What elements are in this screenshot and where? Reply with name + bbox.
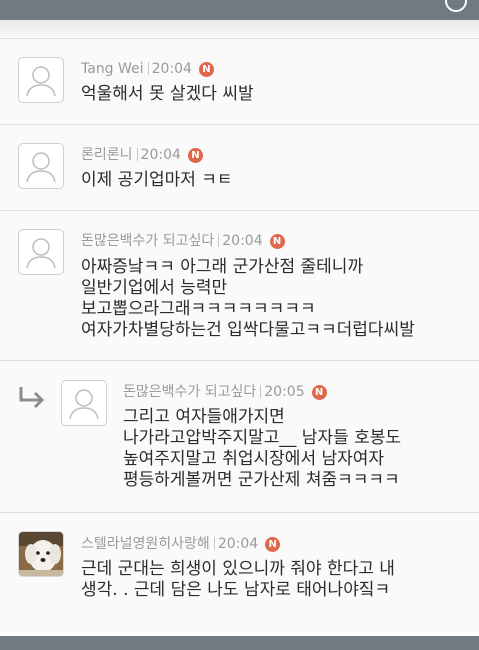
- comment-meta: 스텔라널영원히사랑해 20:04 N: [81, 534, 281, 554]
- new-badge: N: [187, 148, 203, 163]
- top-bar: [0, 0, 479, 20]
- comment-meta: 론리론니 20:04 N: [81, 145, 203, 165]
- default-user-icon: [69, 389, 99, 420]
- default-user-icon: [26, 238, 56, 269]
- comment-item: 스텔라널영원히사랑해 20:04 N 근데 군대는 희생이 있으니까 줘야 한다고 …: [0, 513, 479, 633]
- author-name[interactable]: 돈많은백수가 되고싶다: [123, 384, 256, 400]
- new-badge: N: [198, 62, 214, 77]
- comment-line: 보고뽑으라그래ㅋㅋㅋㅋㅋㅋㅋㅋ: [81, 299, 316, 319]
- comment-line: 억울해서 못 살겠다 씨발: [81, 84, 254, 104]
- avatar[interactable]: [18, 57, 64, 103]
- default-user-icon: [26, 152, 56, 183]
- comment-text: 이제 공기업마저 ㅋㅌ: [81, 170, 233, 191]
- header-shadow: [0, 20, 479, 39]
- author-name[interactable]: Tang Wei: [81, 61, 144, 77]
- comment-item: Tang Wei 20:04 N 억울해서 못 살겠다 씨발: [0, 39, 479, 125]
- comment-item: 론리론니 20:04 N 이제 공기업마저 ㅋㅌ: [0, 125, 479, 211]
- comment-line: 생각. . 근데 담은 나도 남자로 태어나야짘ㅋ: [81, 580, 391, 600]
- avatar[interactable]: [18, 531, 64, 577]
- dog-photo-avatar: [19, 532, 63, 576]
- comment-line: 아짜증낰ㅋㅋ 아그래 군가산점 줄테니까: [81, 257, 364, 277]
- comment-line: 여자가차별당하는건 입싹다물고ㅋㅋ더럽다씨발: [81, 320, 415, 340]
- new-badge: N: [311, 385, 327, 400]
- comment-line: 높여주지말고 취업시장에서 남자여자: [123, 449, 385, 469]
- timestamp: 20:04: [222, 233, 263, 249]
- avatar[interactable]: [18, 229, 64, 275]
- comment-text: 아짜증낰ㅋㅋ 아그래 군가산점 줄테니까 일반기업에서 능력만 보고뽑으라그래ㅋ…: [81, 257, 415, 341]
- default-user-icon: [26, 66, 56, 97]
- comment-line: 그리고 여자들애가지면: [123, 407, 285, 427]
- comment-meta: 돈많은백수가 되고싶다 20:04 N: [81, 231, 285, 251]
- timestamp: 20:04: [151, 61, 192, 77]
- new-badge: N: [265, 537, 281, 552]
- bottom-bar: [0, 636, 479, 650]
- comment-item: 돈많은백수가 되고싶다 20:04 N 아짜증낰ㅋㅋ 아그래 군가산점 줄테니까 일…: [0, 211, 479, 361]
- author-name[interactable]: 스텔라널영원히사랑해: [81, 536, 210, 552]
- timestamp: 20:04: [140, 147, 181, 163]
- comment-text: 그리고 여자들애가지면 나가라고압박주지말고__ 남자들 호봉도 높여주지말고 …: [123, 407, 401, 491]
- reply-item: 돈많은백수가 되고싶다 20:05 N 그리고 여자들애가지면 나가라고압박주지말고…: [0, 361, 479, 513]
- comment-text: 근데 군대는 희생이 있으니까 줘야 한다고 내 생각. . 근데 담은 나도 …: [81, 559, 395, 601]
- author-name[interactable]: 론리론니: [81, 147, 133, 163]
- comment-meta: Tang Wei 20:04 N: [81, 59, 214, 79]
- avatar[interactable]: [18, 143, 64, 189]
- avatar[interactable]: [61, 380, 107, 426]
- comment-meta: 돈많은백수가 되고싶다 20:05 N: [123, 382, 327, 402]
- comment-line: 이제 공기업마저 ㅋㅌ: [81, 170, 233, 190]
- reply-arrow-icon: [19, 387, 45, 409]
- comment-line: 평등하게볼꺼면 군가산제 쳐줌ㅋㅋㅋㅋ: [123, 470, 400, 490]
- comment-text: 억울해서 못 살겠다 씨발: [81, 84, 254, 105]
- new-badge: N: [269, 234, 285, 249]
- close-icon[interactable]: [445, 0, 467, 12]
- comment-line: 일반기업에서 능력만: [81, 278, 228, 298]
- timestamp: 20:05: [264, 384, 305, 400]
- comment-line: 나가라고압박주지말고__ 남자들 호봉도: [123, 428, 402, 448]
- author-name[interactable]: 돈많은백수가 되고싶다: [81, 233, 214, 249]
- comment-list: Tang Wei 20:04 N 억울해서 못 살겠다 씨발 론리론니 20:04 N …: [0, 39, 479, 633]
- comment-line: 근데 군대는 희생이 있으니까 줘야 한다고 내: [81, 559, 395, 579]
- timestamp: 20:04: [217, 536, 259, 552]
